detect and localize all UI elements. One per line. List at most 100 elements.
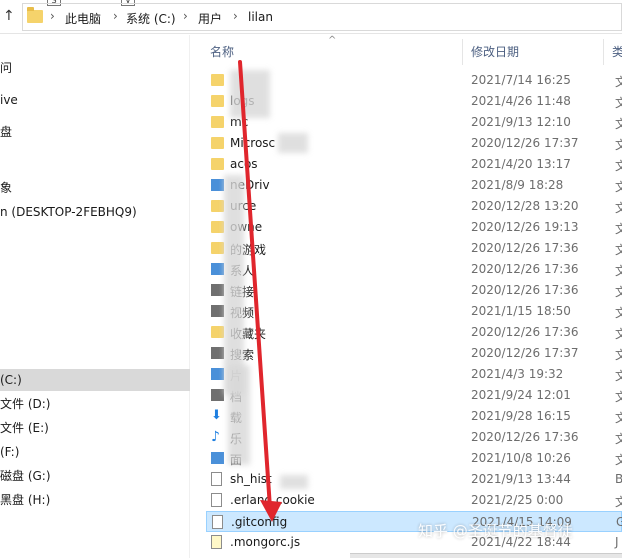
js-file-icon: [211, 535, 222, 549]
column-header-date[interactable]: 修改日期: [471, 43, 519, 60]
modified-date: 2021/10/8 10:26: [471, 451, 571, 465]
folder-icon: [211, 95, 224, 107]
modified-date: 2020/12/26 19:13: [471, 220, 579, 234]
file-icon: [212, 515, 223, 529]
modified-date: 2021/9/13 12:10: [471, 115, 571, 129]
file-row[interactable]: 的游戏 2020/12/26 17:36 文: [206, 238, 622, 259]
privacy-blur: [228, 365, 250, 465]
sidebar-item-drive-d[interactable]: 文件 (D:): [0, 393, 190, 415]
file-name: .erlang.cookie: [230, 493, 315, 507]
file-row[interactable]: 搜索2020/12/26 17:37文: [206, 343, 622, 364]
file-name: acos: [230, 157, 258, 171]
file-row[interactable]: acos 2021/4/20 13:17 文: [206, 154, 622, 175]
watermark: 知乎 @圣诞节的基督徒: [418, 522, 573, 540]
file-type: 文: [615, 201, 622, 215]
file-name: sh_hist: [230, 472, 272, 486]
desktop-icon: [211, 452, 224, 464]
contacts-icon: [211, 263, 224, 275]
sidebar-item-drive-e[interactable]: 文件 (E:): [0, 417, 190, 439]
breadcrumb-users[interactable]: 用户: [198, 10, 222, 27]
sidebar-item[interactable]: 问: [0, 57, 190, 79]
file-row[interactable]: 收藏夹 2020/12/26 17:36 文: [206, 322, 622, 343]
modified-date: 2020/12/26 17:36: [471, 283, 579, 297]
sidebar-item-drive-f[interactable]: (F:): [0, 441, 190, 463]
file-icon: [211, 472, 222, 486]
file-type: 文: [615, 159, 622, 173]
modified-date: 2020/12/26 17:36: [471, 325, 579, 339]
links-icon: [211, 284, 224, 296]
modified-date: 2021/9/13 13:44: [471, 472, 571, 486]
file-row[interactable]: neDriv 2021/8/9 18:28 文: [206, 175, 622, 196]
search-icon: [211, 347, 224, 359]
privacy-blur: [224, 175, 244, 395]
file-list: ^ 名称 修改日期 类 2021/7/14 16:25文logs2021/4/2…: [190, 35, 622, 558]
file-type: J: [615, 535, 619, 549]
modified-date: 2020/12/26 17:36: [471, 430, 579, 444]
modified-date: 2021/9/24 12:01: [471, 388, 571, 402]
file-row[interactable]: owne 2020/12/26 19:13 文: [206, 217, 622, 238]
file-row[interactable]: 片2021/4/3 19:32文: [206, 364, 622, 385]
file-row[interactable]: 系人2020/12/26 17:36文: [206, 259, 622, 280]
file-type: 文: [615, 75, 622, 89]
horizontal-scrollbar[interactable]: [350, 553, 622, 558]
sidebar-item-onedrive[interactable]: ive: [0, 89, 190, 111]
file-type: 文: [615, 285, 622, 299]
folder-icon: [27, 7, 43, 23]
address-bar[interactable]: › 此电脑 › 系统 (C:) › 用户 › lilan: [22, 3, 622, 31]
folder-icon: [211, 74, 224, 86]
modified-date: 2021/4/3 19:32: [471, 367, 564, 381]
sidebar-item[interactable]: 盘: [0, 121, 190, 143]
column-header-name[interactable]: 名称: [210, 43, 234, 60]
breadcrumb-user-folder[interactable]: lilan: [248, 10, 273, 24]
column-divider[interactable]: [462, 39, 463, 65]
modified-date: 2020/12/28 13:20: [471, 199, 579, 213]
file-type: 文: [615, 138, 622, 152]
modified-date: 2021/9/28 16:15: [471, 409, 571, 423]
sidebar-item-drive-h[interactable]: 黑盘 (H:): [0, 489, 190, 511]
file-icon: [211, 493, 222, 507]
file-row[interactable]: 链接2020/12/26 17:36文: [206, 280, 622, 301]
column-divider[interactable]: [603, 39, 604, 65]
breadcrumb-separator: ›: [183, 9, 188, 23]
file-type: 文: [615, 453, 622, 467]
file-row[interactable]: ♪乐2020/12/26 17:36文: [206, 427, 622, 448]
sidebar-item-drive-c[interactable]: (C:): [0, 369, 190, 391]
video-icon: [211, 305, 224, 317]
folder-icon: [211, 137, 224, 149]
file-type: 文: [615, 243, 622, 257]
file-type: B: [615, 472, 622, 486]
sidebar-item-network-pc[interactable]: n (DESKTOP-2FEBHQ9): [0, 201, 190, 223]
sidebar-item[interactable]: 象: [0, 177, 190, 199]
modified-date: 2021/4/26 11:48: [471, 94, 571, 108]
file-type: 文: [615, 117, 622, 131]
sidebar-item-drive-g[interactable]: 磁盘 (G:): [0, 465, 190, 487]
music-icon: ♪: [211, 429, 220, 445]
modified-date: 2021/8/9 18:28: [471, 178, 564, 192]
breadcrumb-separator: ›: [233, 9, 238, 23]
favorites-icon: [211, 326, 224, 338]
file-row[interactable]: ⬇载2021/9/28 16:15文: [206, 406, 622, 427]
file-row[interactable]: .erlang.cookie 2021/2/25 0:00 文: [206, 490, 622, 511]
file-name: .gitconfig: [231, 515, 288, 529]
breadcrumb-system-drive[interactable]: 系统 (C:): [126, 10, 176, 27]
file-row[interactable]: 档2021/9/24 12:01文: [206, 385, 622, 406]
breadcrumb-this-pc[interactable]: 此电脑: [65, 10, 101, 27]
file-row[interactable]: 视频2021/1/15 18:50文: [206, 301, 622, 322]
breadcrumb-separator: ›: [50, 9, 55, 23]
modified-date: 2020/12/26 17:37: [471, 136, 579, 150]
modified-date: 2021/1/15 18:50: [471, 304, 571, 318]
file-type: 文: [615, 180, 622, 194]
folder-blue-icon: [211, 179, 224, 191]
modified-date: 2021/2/25 0:00: [471, 493, 564, 507]
file-row[interactable]: sh_hist 2021/9/13 13:44 B: [206, 469, 622, 490]
up-arrow-icon[interactable]: ↑: [3, 8, 17, 24]
file-row[interactable]: Microsc 2020/12/26 17:37 文: [206, 133, 622, 154]
file-row[interactable]: urce2020/12/28 13:20文: [206, 196, 622, 217]
file-row[interactable]: 面2021/10/8 10:26文: [206, 448, 622, 469]
folder-icon: [211, 116, 224, 128]
file-type: 文: [615, 432, 622, 446]
privacy-blur: [278, 133, 308, 153]
file-type: 文: [615, 411, 622, 425]
modified-date: 2021/7/14 16:25: [471, 73, 571, 87]
column-header-type[interactable]: 类: [612, 43, 622, 60]
